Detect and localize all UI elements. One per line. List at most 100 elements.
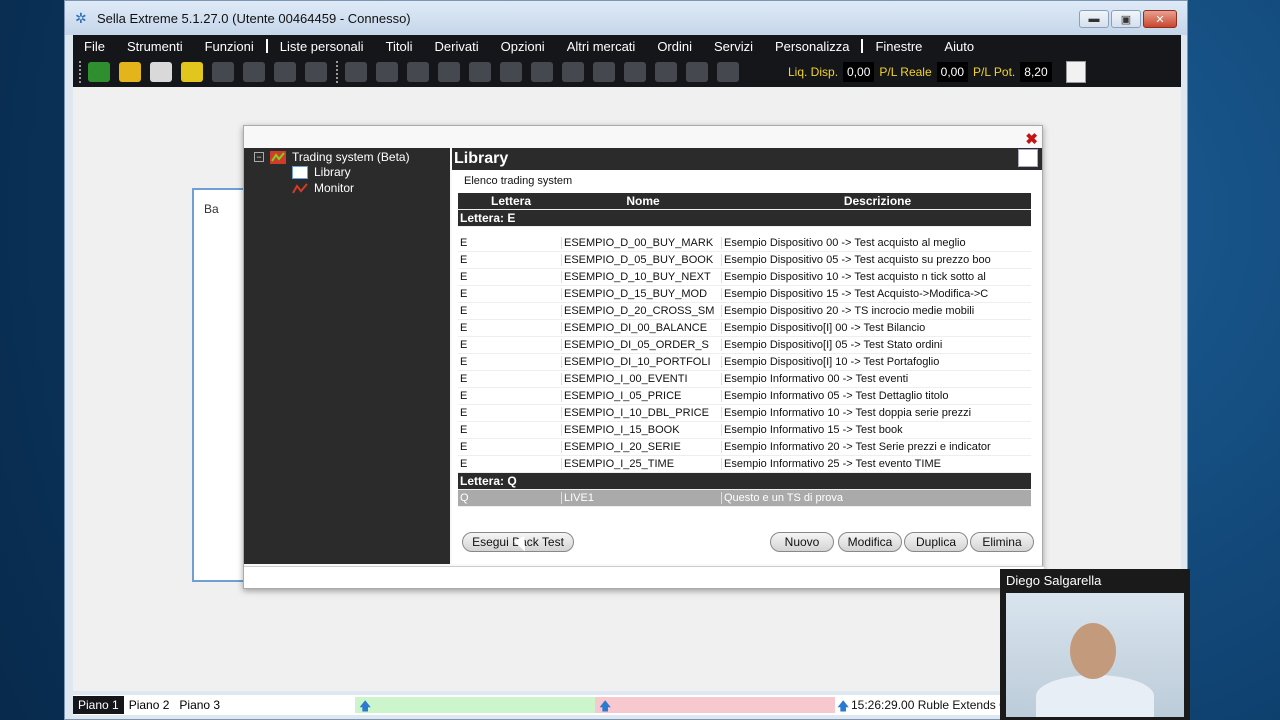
duplicate-button[interactable]: Duplica bbox=[904, 532, 968, 552]
menu-file[interactable]: File bbox=[73, 39, 116, 54]
ticker-up-panel bbox=[355, 697, 595, 713]
menu-opzioni[interactable]: Opzioni bbox=[490, 39, 556, 54]
presenter-body bbox=[1036, 675, 1154, 717]
menu-separator bbox=[861, 39, 864, 53]
library-header-icon bbox=[1018, 149, 1038, 167]
cell-nome: ESEMPIO_D_15_BUY_MOD bbox=[562, 288, 722, 300]
tab-piano-3[interactable]: Piano 3 bbox=[174, 696, 225, 714]
toolbar-disabled-icon[interactable] bbox=[305, 62, 327, 82]
cell-descrizione: Esempio Dispositivo 20 -> TS incrocio me… bbox=[724, 305, 975, 317]
cell-descrizione: Esempio Dispositivo[I] 10 -> Test Portaf… bbox=[724, 356, 940, 368]
document-icon[interactable] bbox=[1065, 61, 1086, 83]
toolbar-disabled-icon[interactable] bbox=[274, 62, 296, 82]
cell-lettera: E bbox=[458, 271, 562, 283]
tab-piano-2[interactable]: Piano 2 bbox=[124, 696, 175, 714]
toolbar: Liq. Disp. 0,00 P/L Reale 0,00 P/L Pot. … bbox=[73, 57, 1181, 87]
toolbar-disabled-icon[interactable] bbox=[438, 62, 460, 82]
table-row[interactable]: E ESEMPIO_D_20_CROSS_SM Esempio Dispositiv… bbox=[458, 303, 1031, 320]
cell-descrizione: Esempio Informativo 05 -> Test Dettaglio… bbox=[724, 390, 949, 402]
trading-system-icon bbox=[270, 150, 286, 164]
table-row[interactable]: E ESEMPIO_D_00_BUY_MARK Esempio Dispositiv… bbox=[458, 235, 1031, 252]
dialog-close-icon[interactable]: ✖ bbox=[1025, 130, 1038, 148]
menu-servizi[interactable]: Servizi bbox=[703, 39, 764, 54]
print-icon[interactable] bbox=[150, 62, 172, 82]
news-ticker[interactable]: 15:26:29.00 Ruble Extends G bbox=[851, 698, 1008, 712]
library-header: Library bbox=[452, 148, 1042, 170]
table-row[interactable]: E ESEMPIO_I_25_TIME Esempio Informativo 25… bbox=[458, 456, 1031, 473]
collapse-icon[interactable]: − bbox=[254, 152, 264, 162]
new-button[interactable]: Nuovo bbox=[770, 532, 834, 552]
tree-root[interactable]: − Trading system (Beta) bbox=[244, 148, 450, 164]
table-row[interactable]: E ESEMPIO_DI_00_BALANCE Esempio Dispositiv… bbox=[458, 320, 1031, 337]
toolbar-disabled-icon[interactable] bbox=[243, 62, 265, 82]
up-arrow-icon: 🡅 bbox=[359, 699, 372, 713]
close-button[interactable]: ✕ bbox=[1143, 10, 1177, 28]
edit-button[interactable]: Modifica bbox=[838, 532, 902, 552]
table-row-selected[interactable]: Q LIVE1 Questo e un TS di prova bbox=[458, 490, 1031, 507]
delete-button[interactable]: Elimina bbox=[970, 532, 1034, 552]
cell-lettera: E bbox=[458, 407, 562, 419]
table-row[interactable]: E ESEMPIO_D_15_BUY_MOD Esempio Dispositivo… bbox=[458, 286, 1031, 303]
table-row[interactable]: E ESEMPIO_I_05_PRICE Esempio Informativo 0… bbox=[458, 388, 1031, 405]
toolbar-disabled-icon[interactable] bbox=[500, 62, 522, 82]
cell-descrizione: Esempio Dispositivo 10 -> Test acquisto … bbox=[724, 271, 986, 283]
cell-descrizione: Esempio Informativo 20 -> Test Serie pre… bbox=[724, 441, 991, 453]
toolbar-disabled-icon[interactable] bbox=[686, 62, 708, 82]
cell-descrizione: Esempio Dispositivo[I] 00 -> Test Bilanc… bbox=[724, 322, 926, 334]
group-header-q[interactable]: Lettera: Q bbox=[458, 473, 1031, 490]
up-arrow-icon: 🡅 bbox=[837, 699, 850, 713]
cell-lettera: Q bbox=[458, 492, 562, 504]
table-row[interactable]: E ESEMPIO_D_05_BUY_BOOK Esempio Dispositiv… bbox=[458, 252, 1031, 269]
bar-chart-icon[interactable] bbox=[562, 62, 584, 82]
group-header-e[interactable]: Lettera: E bbox=[458, 210, 1031, 227]
cell-descrizione: Esempio Dispositivo 15 -> Test Acquisto-… bbox=[724, 288, 989, 300]
menu-aiuto[interactable]: Aiuto bbox=[933, 39, 985, 54]
window-title: Sella Extreme 5.1.27.0 (Utente 00464459 … bbox=[97, 10, 411, 26]
toolbar-disabled-icon[interactable] bbox=[593, 62, 615, 82]
table-row[interactable]: E ESEMPIO_D_10_BUY_NEXT Esempio Dispositiv… bbox=[458, 269, 1031, 286]
tree-item-library[interactable]: Library bbox=[244, 164, 450, 180]
library-subtitle: Elenco trading system bbox=[464, 175, 573, 187]
tree-item-monitor[interactable]: Monitor bbox=[244, 180, 450, 196]
column-descrizione[interactable]: Descrizione bbox=[722, 194, 1031, 208]
app-logo-icon: ✲ bbox=[75, 10, 87, 26]
menu-finestre[interactable]: Finestre bbox=[864, 39, 933, 54]
menu-altri-mercati[interactable]: Altri mercati bbox=[556, 39, 647, 54]
toolbar-disabled-icon[interactable] bbox=[345, 62, 367, 82]
maximize-button[interactable]: ▣ bbox=[1111, 10, 1141, 28]
menu-funzioni[interactable]: Funzioni bbox=[194, 39, 265, 54]
menu-liste-personali[interactable]: Liste personali bbox=[269, 39, 375, 54]
cell-descrizione: Questo e un TS di prova bbox=[724, 492, 844, 504]
column-nome[interactable]: Nome bbox=[562, 194, 722, 208]
cell-nome: ESEMPIO_D_20_CROSS_SM bbox=[562, 305, 722, 317]
note-icon[interactable] bbox=[119, 62, 141, 82]
menu-strumenti[interactable]: Strumenti bbox=[116, 39, 194, 54]
cell-lettera: E bbox=[458, 288, 562, 300]
column-lettera[interactable]: Lettera bbox=[458, 194, 562, 208]
minimize-button[interactable]: ▬ bbox=[1079, 10, 1109, 28]
table-row[interactable]: E ESEMPIO_I_10_DBL_PRICE Esempio Informati… bbox=[458, 405, 1031, 422]
dialog-footer bbox=[244, 566, 1044, 588]
table-row[interactable]: E ESEMPIO_I_20_SERIE Esempio Informativo 2… bbox=[458, 439, 1031, 456]
chart-icon[interactable] bbox=[531, 62, 553, 82]
pen-icon[interactable] bbox=[624, 62, 646, 82]
table-row[interactable]: E ESEMPIO_I_00_EVENTI Esempio Informativo … bbox=[458, 371, 1031, 388]
table-row[interactable]: E ESEMPIO_I_15_BOOK Esempio Informativo 15… bbox=[458, 422, 1031, 439]
menu-ordini[interactable]: Ordini bbox=[646, 39, 703, 54]
pl-real-label: P/L Reale bbox=[879, 65, 932, 79]
toolbar-disabled-icon[interactable] bbox=[717, 62, 739, 82]
table-row[interactable]: E ESEMPIO_DI_10_PORTFOLI Esempio Dispositi… bbox=[458, 354, 1031, 371]
cell-nome: ESEMPIO_I_05_PRICE bbox=[562, 390, 722, 402]
menu-personalizza[interactable]: Personalizza bbox=[764, 39, 860, 54]
gear-icon[interactable] bbox=[181, 62, 203, 82]
calculator-icon[interactable] bbox=[376, 62, 398, 82]
new-document-icon[interactable] bbox=[88, 62, 110, 82]
table-row[interactable]: E ESEMPIO_DI_05_ORDER_S Esempio Dispositiv… bbox=[458, 337, 1031, 354]
tab-piano-1[interactable]: Piano 1 bbox=[73, 696, 124, 714]
help-icon[interactable] bbox=[655, 62, 677, 82]
toolbar-disabled-icon[interactable] bbox=[407, 62, 429, 82]
toolbar-disabled-icon[interactable] bbox=[469, 62, 491, 82]
menu-derivati[interactable]: Derivati bbox=[424, 39, 490, 54]
menu-titoli[interactable]: Titoli bbox=[375, 39, 424, 54]
toolbar-disabled-icon[interactable] bbox=[212, 62, 234, 82]
